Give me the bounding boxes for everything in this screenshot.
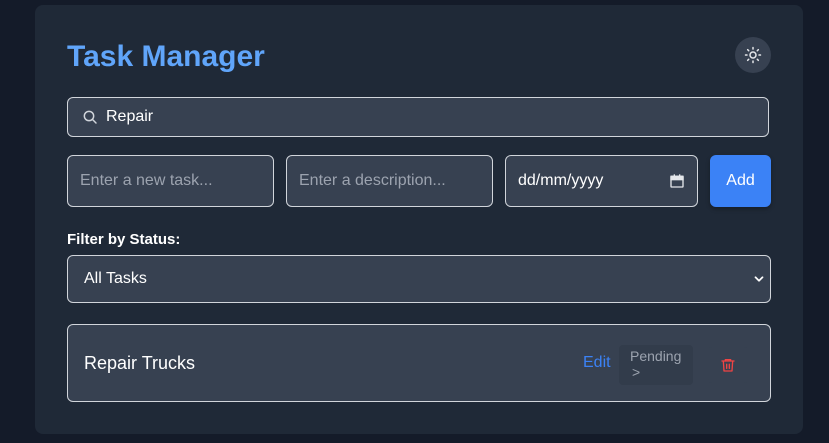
description-input[interactable]: [286, 155, 493, 207]
status-filter-value: All Tasks: [84, 270, 147, 287]
theme-toggle-button[interactable]: [735, 37, 771, 73]
search-icon: [82, 109, 98, 125]
task-title: Repair Trucks: [84, 353, 196, 373]
search-bar: [67, 97, 769, 137]
chevron-down-icon: [752, 272, 766, 286]
status-arrow: >: [632, 364, 641, 380]
calendar-icon[interactable]: [669, 173, 685, 189]
add-task-button[interactable]: Add: [710, 155, 771, 207]
task-item: Repair Trucks Edit Pending >: [67, 324, 771, 402]
search-input[interactable]: [106, 108, 768, 126]
new-task-input[interactable]: [67, 155, 274, 207]
status-toggle-button[interactable]: Pending >: [619, 345, 693, 385]
date-placeholder: dd/mm/yyyy: [518, 172, 604, 189]
task-manager-card: Task Manager dd/mm/: [35, 5, 803, 434]
due-date-input[interactable]: dd/mm/yyyy: [505, 155, 698, 207]
sun-icon: [744, 46, 762, 64]
status-label: Pending: [630, 348, 682, 364]
page-title: Task Manager: [67, 40, 265, 73]
trash-icon: [720, 356, 736, 374]
filter-label: Filter by Status:: [67, 231, 181, 248]
status-filter-select[interactable]: All Tasks: [67, 255, 771, 303]
delete-task-button[interactable]: [708, 347, 748, 383]
edit-task-button[interactable]: Edit: [583, 354, 611, 372]
